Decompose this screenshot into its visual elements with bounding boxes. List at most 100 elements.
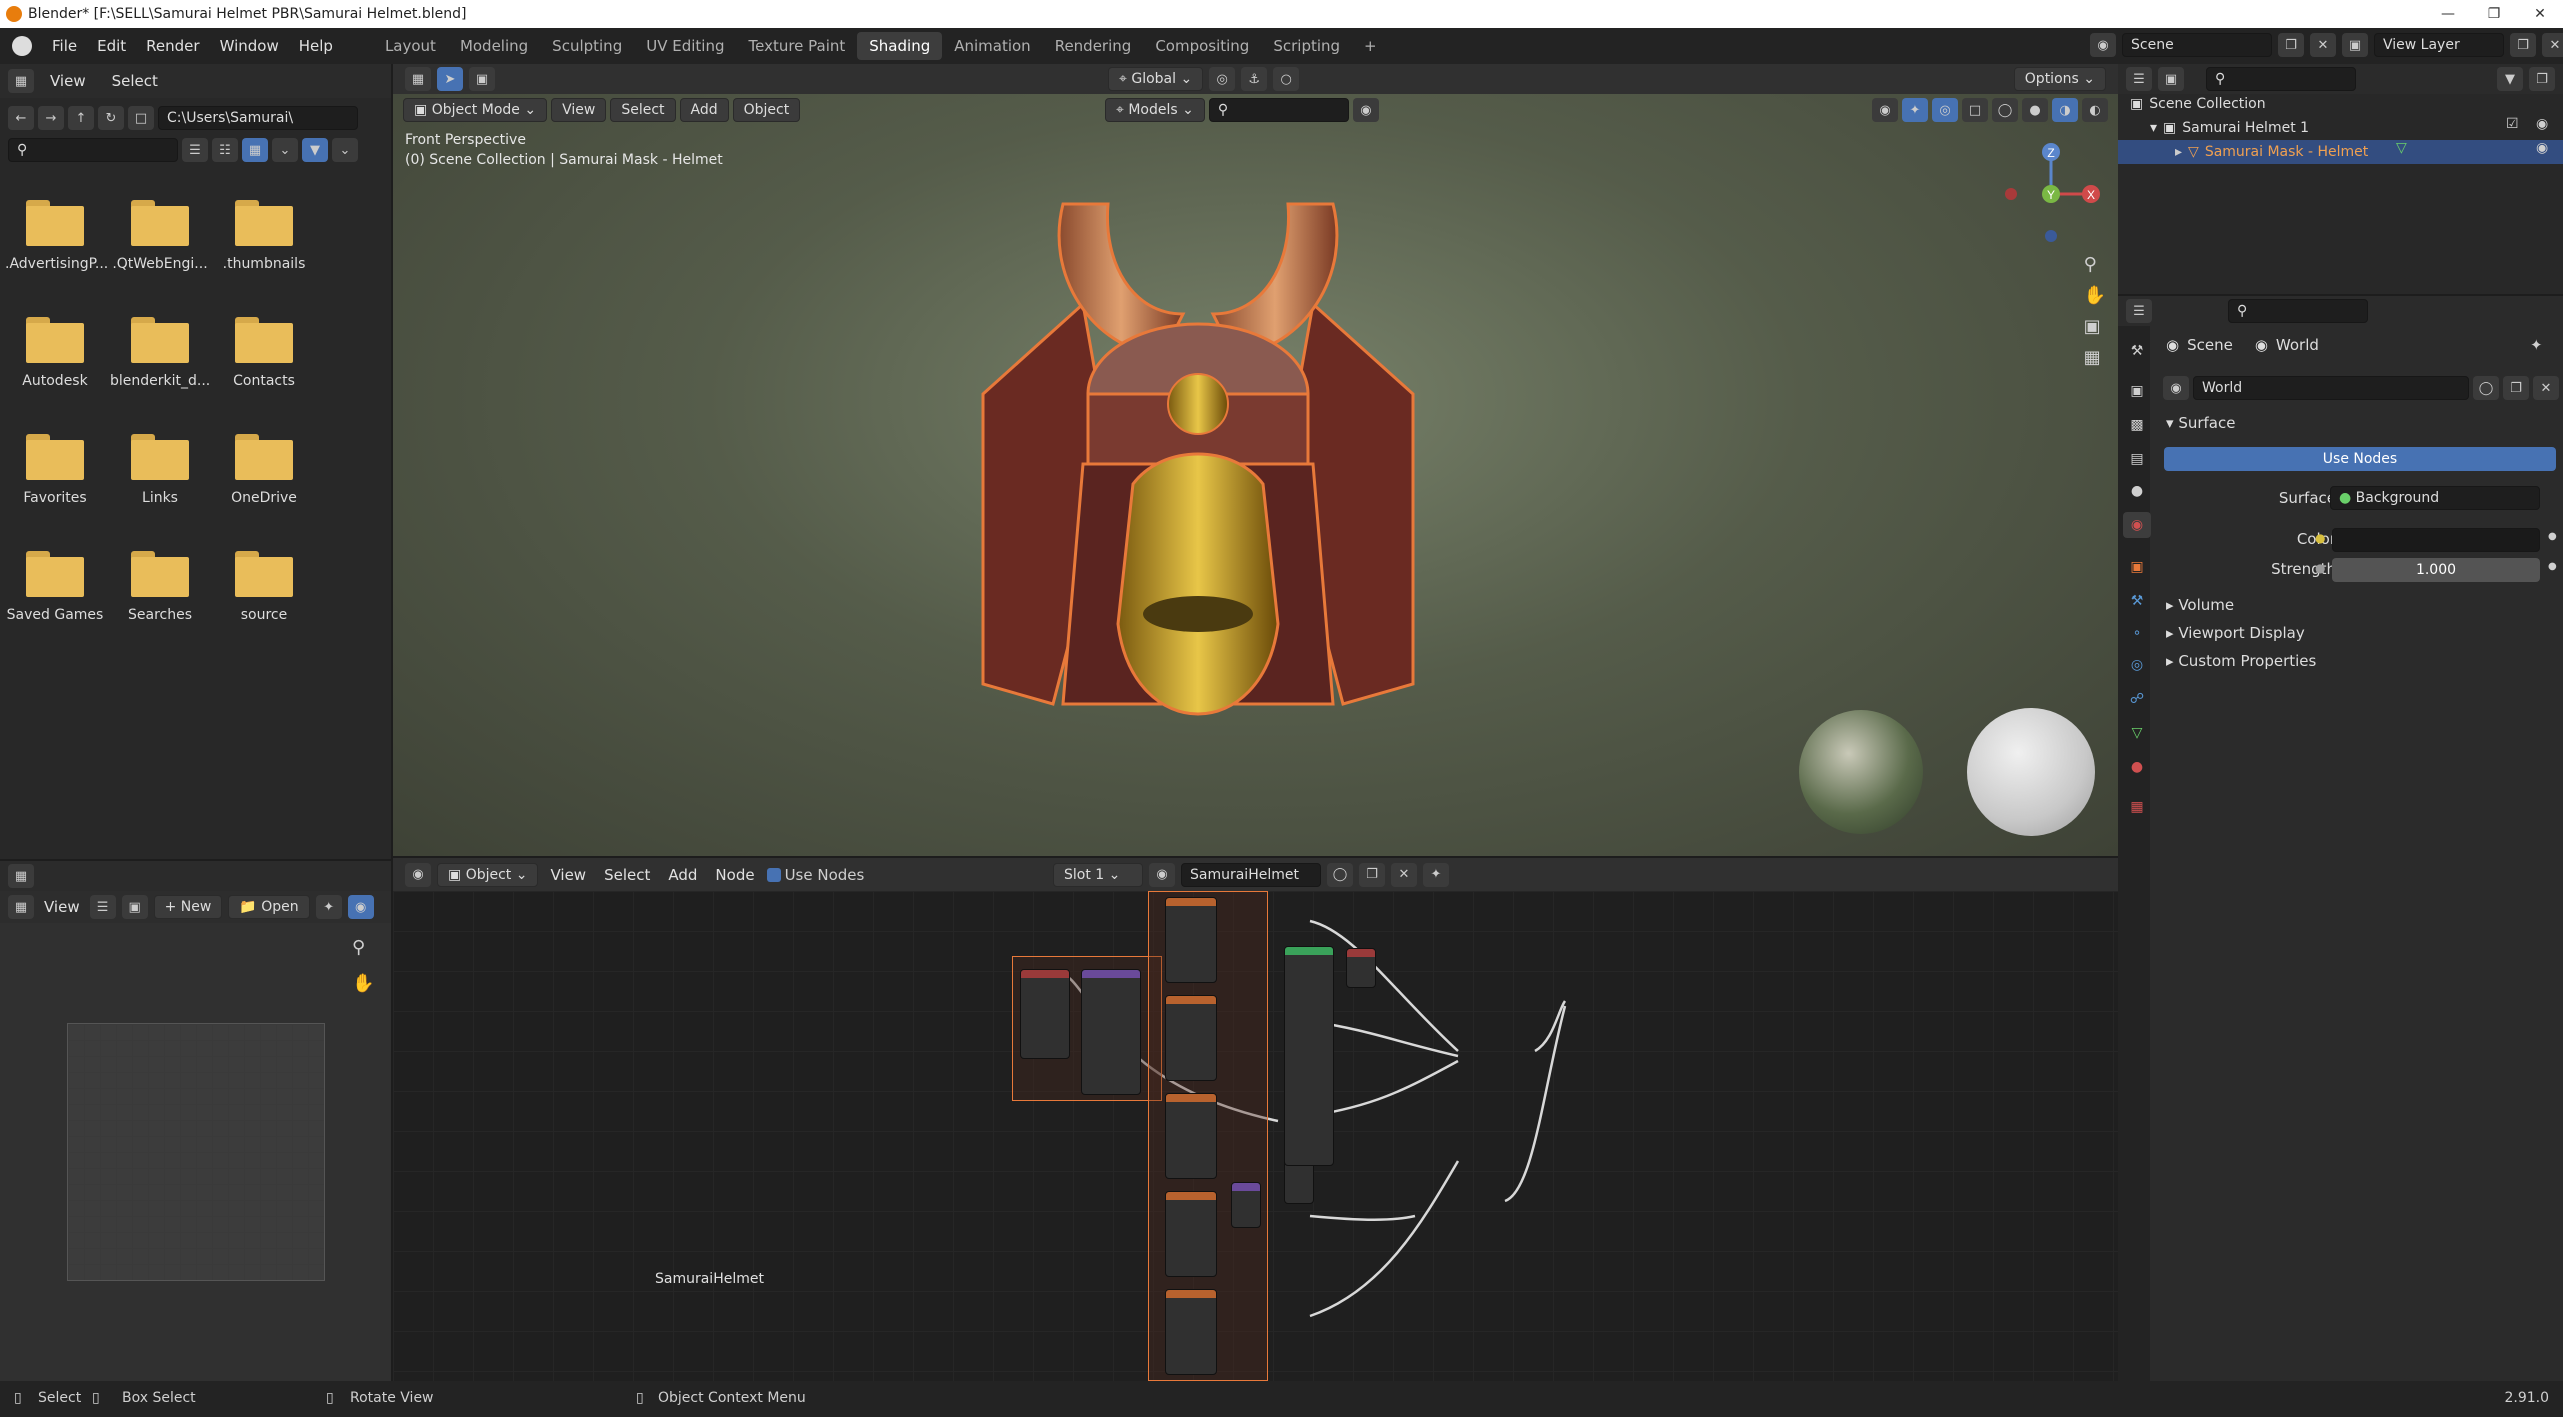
forward-arrow-icon[interactable]: → xyxy=(38,106,64,130)
use-nodes-checkbox[interactable]: Use Nodes xyxy=(766,866,864,884)
eye-icon[interactable]: ◉ xyxy=(2536,116,2548,132)
vp-menu-view[interactable]: View xyxy=(551,98,607,122)
orientation-dropdown[interactable]: ⌖ Global ⌄ xyxy=(1108,67,1204,91)
menu-file[interactable]: File xyxy=(42,37,87,55)
folder-item[interactable]: .QtWebEngi... xyxy=(110,200,210,272)
tab-sculpting[interactable]: Sculpting xyxy=(540,32,634,60)
snap-icon[interactable]: ⚓ xyxy=(1241,67,1268,91)
new-image-button[interactable]: + New xyxy=(153,895,223,919)
outliner-row-scene-collection[interactable]: ▣ Scene Collection xyxy=(2130,92,2266,116)
tab-scripting[interactable]: Scripting xyxy=(1261,32,1352,60)
ne-menu-view[interactable]: View xyxy=(544,866,592,884)
close-icon[interactable]: ✕ xyxy=(2517,0,2563,28)
back-arrow-icon[interactable]: ← xyxy=(8,106,34,130)
editor-type-icon[interactable]: ◉ xyxy=(405,862,431,887)
material-name-field[interactable]: SamuraiHelmet xyxy=(1181,862,1321,887)
filter-icon[interactable]: ▼ xyxy=(302,138,328,162)
normal-map-node[interactable] xyxy=(1231,1182,1261,1228)
folder-item[interactable]: Searches xyxy=(110,551,210,623)
filter-options-chevron-icon[interactable]: ⌄ xyxy=(332,138,358,162)
ie-menu-view[interactable]: View xyxy=(40,898,84,916)
outliner-row-object[interactable]: ▸ ▽ Samurai Mask - Helmet xyxy=(2175,140,2368,164)
expand-arrow-icon[interactable]: ▾ xyxy=(2150,120,2157,136)
image-canvas-grid[interactable] xyxy=(67,1023,325,1281)
fake-user-shield-icon[interactable]: ◯ xyxy=(2473,376,2499,400)
slot-dropdown[interactable]: Slot 1 ⌄ xyxy=(1053,862,1143,887)
tab-uv-editing[interactable]: UV Editing xyxy=(634,32,736,60)
zoom-icon[interactable]: ⚲ xyxy=(2084,254,2106,275)
vp-menu-object[interactable]: Object xyxy=(732,98,801,122)
filter-icon[interactable]: ▼ xyxy=(2497,67,2523,91)
mask-icon[interactable]: ◉ xyxy=(347,895,374,919)
editor-type-icon[interactable]: ▦ xyxy=(405,67,431,91)
solid-shading-icon[interactable]: ● xyxy=(2022,98,2048,122)
material-output-node[interactable] xyxy=(1346,948,1376,988)
pin-icon[interactable]: ✦ xyxy=(1423,862,1449,887)
perspective-grid-icon[interactable]: ▦ xyxy=(2084,347,2106,368)
fb-search-input[interactable]: ⚲ xyxy=(8,138,178,162)
folder-item[interactable]: .AdvertisingP... xyxy=(5,200,108,272)
select-mode-icon[interactable]: ▣ xyxy=(469,67,495,91)
delete-view-layer-icon[interactable]: ✕ xyxy=(2542,33,2563,57)
mapping-node[interactable] xyxy=(1081,969,1141,1095)
tab-modeling[interactable]: Modeling xyxy=(448,32,540,60)
refresh-icon[interactable]: ↻ xyxy=(98,106,124,130)
restore-icon[interactable]: ❐ xyxy=(2471,0,2517,28)
display-mode-icon[interactable]: ▣ xyxy=(2158,67,2184,91)
pin-icon[interactable]: ✦ xyxy=(315,895,342,919)
fake-user-shield-icon[interactable]: ◯ xyxy=(1327,862,1353,887)
new-view-layer-icon[interactable]: ❐ xyxy=(2510,33,2536,57)
new-collection-icon[interactable]: ❐ xyxy=(2529,67,2555,91)
3d-viewport[interactable]: ▣ Object Mode ⌄ View Select Add Object ⌖… xyxy=(393,94,2118,856)
view-layer-field[interactable]: View Layer xyxy=(2374,33,2504,57)
keyframe-dot-icon[interactable]: ● xyxy=(2548,531,2557,542)
folder-item[interactable]: Links xyxy=(110,434,210,506)
tab-tool-icon[interactable]: ⚒ xyxy=(2123,338,2151,364)
pin-icon[interactable]: ✦ xyxy=(2530,336,2543,354)
outliner-search-input[interactable]: ⚲ xyxy=(2206,67,2356,91)
surface-shader-field[interactable]: ● Background xyxy=(2330,486,2540,510)
vertical-list-icon[interactable]: ☰ xyxy=(182,138,208,162)
rendered-shading-icon[interactable]: ◐ xyxy=(2082,98,2108,122)
editor-type-icon[interactable]: ☰ xyxy=(2126,67,2152,91)
open-image-button[interactable]: 📁 Open xyxy=(228,895,310,919)
delete-scene-icon[interactable]: ✕ xyxy=(2310,33,2336,57)
new-folder-icon[interactable]: □ xyxy=(128,106,154,130)
image-texture-node[interactable] xyxy=(1165,1191,1217,1277)
folder-item[interactable]: .thumbnails xyxy=(214,200,314,272)
tab-output-icon[interactable]: ▩ xyxy=(2123,412,2151,438)
image-texture-node[interactable] xyxy=(1165,995,1217,1081)
texture-coordinate-node[interactable] xyxy=(1020,969,1070,1059)
tab-rendering[interactable]: Rendering xyxy=(1043,32,1144,60)
tab-world-icon[interactable]: ◉ xyxy=(2123,512,2151,538)
use-nodes-button[interactable]: Use Nodes xyxy=(2164,447,2556,471)
panel-viewport-display[interactable]: ▸ Viewport Display xyxy=(2166,624,2305,642)
pan-hand-icon[interactable]: ✋ xyxy=(2084,285,2106,306)
navigation-gizmo[interactable]: Z X Y xyxy=(1996,134,2106,254)
select-tool-icon[interactable]: ➤ xyxy=(437,67,463,91)
menu-render[interactable]: Render xyxy=(136,37,209,55)
color-swatch[interactable] xyxy=(2332,528,2540,552)
editor-type-icon[interactable]: ☰ xyxy=(2126,299,2152,323)
vp-menu-add[interactable]: Add xyxy=(679,98,729,122)
pan-hand-icon[interactable]: ✋ xyxy=(352,973,374,994)
view-mode-icon[interactable]: ▦ xyxy=(8,895,34,919)
tab-texture-icon[interactable]: ▦ xyxy=(2123,794,2151,820)
principled-bsdf-node[interactable] xyxy=(1284,946,1334,1166)
tab-data-icon[interactable]: ▽ xyxy=(2123,720,2151,746)
duplicate-world-icon[interactable]: ❐ xyxy=(2503,376,2529,400)
unlink-material-icon[interactable]: ✕ xyxy=(1391,862,1417,887)
editor-type-icon[interactable]: ▦ xyxy=(8,69,34,93)
proportional-edit-icon[interactable]: ○ xyxy=(1273,67,1300,91)
tab-texture-paint[interactable]: Texture Paint xyxy=(736,32,857,60)
options-dropdown[interactable]: Options ⌄ xyxy=(2013,67,2106,91)
shader-type-dropdown[interactable]: ▣ Object ⌄ xyxy=(437,862,539,887)
hamburger-menu-icon[interactable]: ☰ xyxy=(89,895,116,919)
ne-menu-select[interactable]: Select xyxy=(598,866,656,884)
path-field[interactable]: C:\Users\Samurai\ xyxy=(158,106,358,130)
add-workspace-icon[interactable]: + xyxy=(1352,32,1389,60)
editor-type-icon[interactable]: ▦ xyxy=(8,864,34,888)
duplicate-material-icon[interactable]: ❐ xyxy=(1359,862,1385,887)
tab-render-icon[interactable]: ▣ xyxy=(2123,378,2151,404)
fb-menu-select[interactable]: Select xyxy=(102,72,168,90)
